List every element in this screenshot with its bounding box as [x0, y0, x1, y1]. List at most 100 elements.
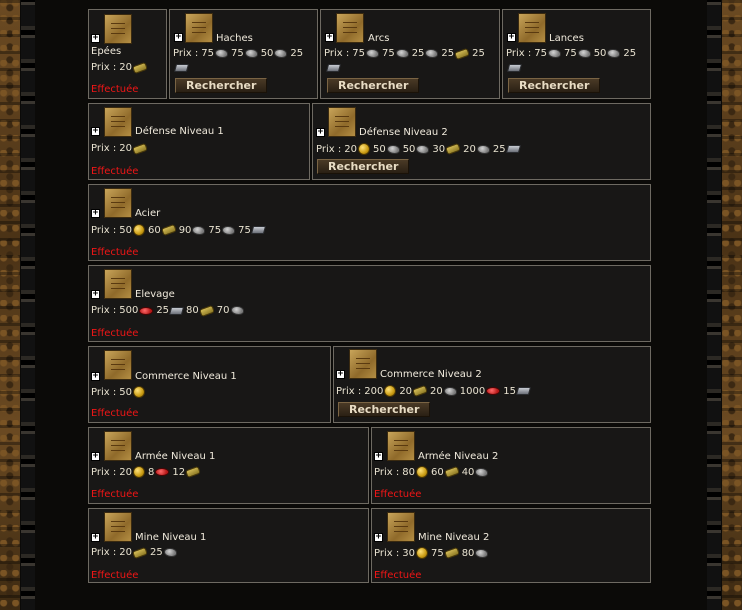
gold-icon [132, 386, 145, 398]
wood-icon [185, 465, 202, 479]
research-button[interactable]: Rechercher [338, 402, 431, 417]
iron-icon [515, 387, 532, 395]
status-done: Effectuée [91, 84, 139, 95]
stone-icon [547, 49, 561, 58]
expand-toggle[interactable]: + [174, 33, 183, 42]
wood-icon [412, 384, 428, 398]
iron-icon [506, 64, 523, 72]
wood-icon [132, 546, 148, 559]
wood-icon [443, 465, 460, 479]
wood-icon [132, 61, 148, 74]
scroll-icon [518, 13, 546, 43]
tech-name: Lances [549, 33, 584, 44]
wood-icon [198, 304, 215, 317]
right-pillar-decoration [707, 0, 721, 610]
scroll-icon [104, 14, 132, 44]
stone-icon [395, 49, 409, 58]
stone-icon [416, 144, 430, 154]
scroll-icon [104, 188, 132, 218]
expand-toggle[interactable]: + [374, 452, 383, 461]
tech-card-armee-2: + Armée Niveau 2 Prix : 80 60 40 Effectu… [371, 427, 651, 504]
iron-icon [505, 145, 521, 153]
left-rock-border [0, 0, 20, 610]
tech-name: Mine Niveau 1 [135, 532, 207, 543]
stone-icon [425, 49, 439, 58]
right-rock-border [722, 0, 742, 610]
gold-icon [384, 385, 397, 397]
tech-price: Prix : 20 [91, 142, 148, 155]
wood-icon [443, 546, 460, 560]
tech-card-arcs: + Arcs Prix : 75 75 25 25 25 Rechercher [320, 9, 500, 99]
tech-name: Elevage [135, 289, 175, 300]
tech-price: Prix : 50 60 90 75 75 [91, 223, 266, 237]
stone-icon [222, 225, 236, 235]
expand-toggle[interactable]: + [91, 533, 100, 542]
status-done: Effectuée [374, 570, 422, 581]
stone-icon [214, 49, 228, 58]
wood-icon [445, 142, 462, 156]
expand-toggle[interactable]: + [374, 533, 383, 542]
tech-card-commerce-1: + Commerce Niveau 1 Prix : 50 Effectuée [88, 346, 331, 423]
research-button[interactable]: Rechercher [317, 159, 410, 174]
tech-card-acier: + Acier Prix : 50 60 90 75 75 Effectuée [88, 184, 651, 261]
stone-icon [163, 548, 177, 557]
tech-price: Prix : 75 75 50 25 [506, 48, 637, 59]
gold-icon [132, 224, 145, 236]
tech-price: Prix : 30 75 80 [374, 546, 489, 560]
status-done: Effectuée [374, 489, 422, 500]
expand-toggle[interactable]: + [91, 290, 100, 299]
tech-name: Défense Niveau 2 [359, 127, 448, 138]
tech-name: Epées [91, 46, 122, 57]
stone-icon [365, 49, 379, 58]
tech-name: Mine Niveau 2 [418, 532, 490, 543]
tech-price: Prix : 20 8 12 [91, 465, 202, 479]
tech-name: Défense Niveau 1 [135, 126, 224, 137]
tech-card-commerce-2: + Commerce Niveau 2 Prix : 200 20 20 100… [333, 346, 651, 423]
tech-card-defense-2: + Défense Niveau 2 Prix : 20 50 50 30 20… [312, 103, 651, 180]
iron-icon [173, 64, 190, 72]
tech-card-mine-2: + Mine Niveau 2 Prix : 30 75 80 Effectué… [371, 508, 651, 583]
stone-icon [244, 49, 258, 58]
expand-toggle[interactable]: + [325, 33, 334, 42]
expand-toggle[interactable]: + [91, 209, 100, 218]
tech-name: Commerce Niveau 1 [135, 371, 237, 382]
iron-icon [250, 226, 266, 234]
gold-icon [415, 547, 428, 559]
status-done: Effectuée [91, 166, 139, 177]
tech-card-epees: + Epées Prix : 20 Effectuée [88, 9, 167, 99]
expand-toggle[interactable]: + [91, 372, 100, 381]
tech-card-armee-1: + Armée Niveau 1 Prix : 20 8 12 Effectué… [88, 427, 369, 504]
expand-toggle[interactable]: + [91, 452, 100, 461]
expand-toggle[interactable]: + [336, 370, 345, 379]
gold-icon [415, 466, 428, 478]
stone-icon [475, 467, 489, 477]
tech-card-haches: + Haches Prix : 75 75 50 25 Rechercher [169, 9, 318, 99]
expand-toggle[interactable]: + [316, 128, 325, 137]
stone-icon [443, 386, 457, 396]
scroll-icon [387, 512, 415, 542]
tech-price: Prix : 500 25 80 70 [91, 304, 244, 317]
research-button[interactable]: Rechercher [327, 78, 420, 93]
tech-price: Prix : 75 75 50 25 [173, 48, 304, 59]
scroll-icon [336, 13, 364, 43]
research-button[interactable]: Rechercher [508, 78, 601, 93]
tech-price: Prix : 200 20 20 1000 15 [336, 384, 532, 398]
expand-toggle[interactable]: + [507, 33, 516, 42]
scroll-icon [387, 431, 415, 461]
wood-icon [160, 223, 177, 237]
tech-name: Acier [135, 208, 161, 219]
tech-price: Prix : 20 [91, 61, 148, 74]
expand-toggle[interactable]: + [91, 127, 100, 136]
tech-card-defense-1: + Défense Niveau 1 Prix : 20 Effectuée [88, 103, 310, 180]
tech-name: Haches [216, 33, 253, 44]
gold-icon [357, 143, 370, 155]
tech-price: Prix : 20 25 [91, 546, 177, 559]
iron-icon [325, 64, 342, 72]
scroll-icon [349, 349, 377, 379]
stone-icon [274, 49, 288, 58]
scroll-icon [104, 350, 132, 380]
expand-toggle[interactable]: + [91, 34, 100, 43]
status-done: Effectuée [91, 328, 139, 339]
tech-name: Arcs [368, 33, 390, 44]
research-button[interactable]: Rechercher [175, 78, 268, 93]
